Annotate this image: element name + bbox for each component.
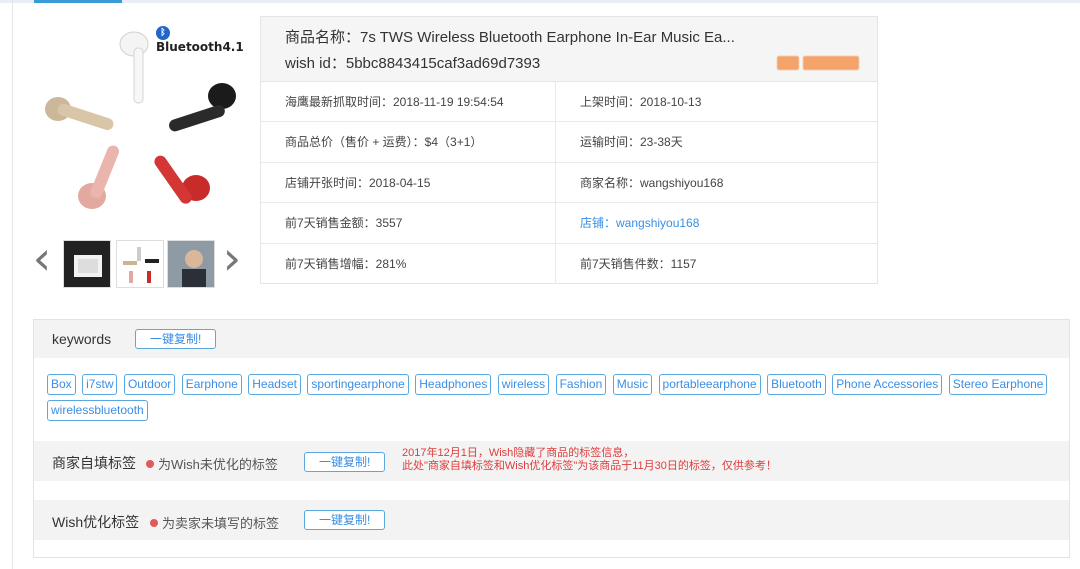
keyword-chip[interactable]: portableearphone [658,374,761,395]
keyword-chip[interactable]: Music [612,374,653,395]
copy-merchant-tags-button[interactable]: 一键复制! [304,452,386,472]
merchant-tags-title: 商家自填标签 [52,455,136,471]
info-shipping-time: 运输时间：23-38天 [556,122,877,163]
wish-tags-hint: 为卖家未填写的标签 [150,513,279,532]
keyword-chip[interactable]: sportingearphone [307,374,409,395]
gallery-thumbnail-2[interactable] [116,240,164,288]
keywords-title: keywords [52,331,112,347]
wish-tags-title: Wish优化标签 [52,514,140,530]
blurred-tag-2 [803,56,859,70]
merchant-tags-header: 商家自填标签 为Wish未优化的标签 一键复制! 2017年12月1日，Wish… [34,441,1069,481]
chevron-left-icon: ‹ [32,231,52,285]
thumbnail-person-image [168,241,214,287]
keyword-chip[interactable]: wirelessbluetooth [47,400,148,421]
top-tab-bar [0,0,1080,3]
wish-tags-header: Wish优化标签 为卖家未填写的标签 一键复制! [34,500,1069,540]
bluetooth-icon: ᛒ [156,26,170,40]
copy-wish-tags-button[interactable]: 一键复制! [304,510,386,530]
keyword-chip[interactable]: Phone Accessories [832,374,943,395]
gallery-thumbnail-1[interactable] [63,240,111,288]
red-dot-icon [150,519,158,527]
keyword-chip[interactable]: Earphone [181,374,242,395]
bluetooth-badge-label: Bluetooth4.1 [156,40,244,54]
active-tab-indicator[interactable] [34,0,122,3]
info-store-open-date: 店铺开张时间：2018-04-15 [261,162,556,204]
left-divider [12,0,13,569]
keyword-chip[interactable]: Bluetooth [767,374,826,395]
red-dot-icon [146,460,154,468]
product-info-grid: 海鹰最新抓取时间：2018-11-19 19:54:54 上架时间：2018-1… [261,82,877,284]
merchant-tags-hint-text: 为Wish未优化的标签 [158,457,278,472]
product-main-image[interactable]: ᛒBluetooth4.1 [36,16,248,231]
info-merchant-name: 商家名称：wangshiyou168 [556,163,877,204]
info-listed-date: 上架时间：2018-10-13 [556,82,877,123]
product-info-table: 商品名称：7s TWS Wireless Bluetooth Earphone … [260,16,878,284]
keyword-chip[interactable]: Stereo Earphone [948,374,1048,395]
tags-notice-line-1: 2017年12月1日，Wish隐藏了商品的标签信息， [402,447,635,459]
blurred-tags [773,56,859,75]
gallery-next-button[interactable]: › [220,235,244,284]
keyword-chip[interactable]: Box [47,374,76,395]
thumbnail-box-image [74,255,102,277]
tags-panel: keywords 一键复制! Box i7stw Outdoor Earphon… [33,319,1070,558]
info-7day-sales-growth: 前7天销售增幅：281% [261,243,556,284]
keywords-header: keywords 一键复制! [34,320,1069,358]
blurred-tag-1 [777,56,799,70]
bluetooth-badge: ᛒBluetooth4.1 [156,22,248,54]
product-gallery: ᛒBluetooth4.1 ‹ › [30,14,248,294]
product-name: 商品名称：7s TWS Wireless Bluetooth Earphone … [285,29,735,46]
keyword-chip[interactable]: Fashion [555,374,607,395]
wish-id: wish id：5bbc8843415caf3ad69d7393 [285,55,541,72]
wish-tags-hint-text: 为卖家未填写的标签 [162,516,280,531]
copy-keywords-button[interactable]: 一键复制! [135,329,217,349]
keyword-chip[interactable]: i7stw [82,374,118,395]
tags-notice-line-2: 此处"商家自填标签和Wish优化标签"为该商品于11月30日的标签，仅供参考！ [402,460,777,472]
gallery-prev-button[interactable]: ‹ [30,235,54,284]
store-link[interactable]: 店铺：wangshiyou168 [580,216,699,230]
keyword-chip[interactable]: wireless [497,374,550,395]
merchant-tags-hint: 为Wish未优化的标签 [146,454,278,473]
thumbnail-earphones-image [123,247,159,283]
keyword-chips: Box i7stw Outdoor Earphone Headset sport… [47,374,1057,426]
chevron-right-icon: › [222,231,242,285]
info-total-price: 商品总价（售价 + 运费）：$4（3+1） [261,122,556,163]
keyword-chip[interactable]: Outdoor [123,374,176,395]
info-7day-sales-amount: 前7天销售金额：3557 [261,203,556,244]
info-7day-sales-count: 前7天销售件数：1157 [580,256,697,271]
info-fetch-time: 海鹰最新抓取时间：2018-11-19 19:54:54 [261,82,556,123]
tags-notice: 2017年12月1日，Wish隐藏了商品的标签信息， 此处"商家自填标签和Wis… [402,447,777,473]
info-store-link-cell: 店铺：wangshiyou168 [556,203,877,244]
product-info-header: 商品名称：7s TWS Wireless Bluetooth Earphone … [261,17,877,82]
keyword-chip[interactable]: Headset [248,374,301,395]
keyword-chip[interactable]: Headphones [415,374,492,395]
gallery-thumbnail-3[interactable] [167,240,215,288]
